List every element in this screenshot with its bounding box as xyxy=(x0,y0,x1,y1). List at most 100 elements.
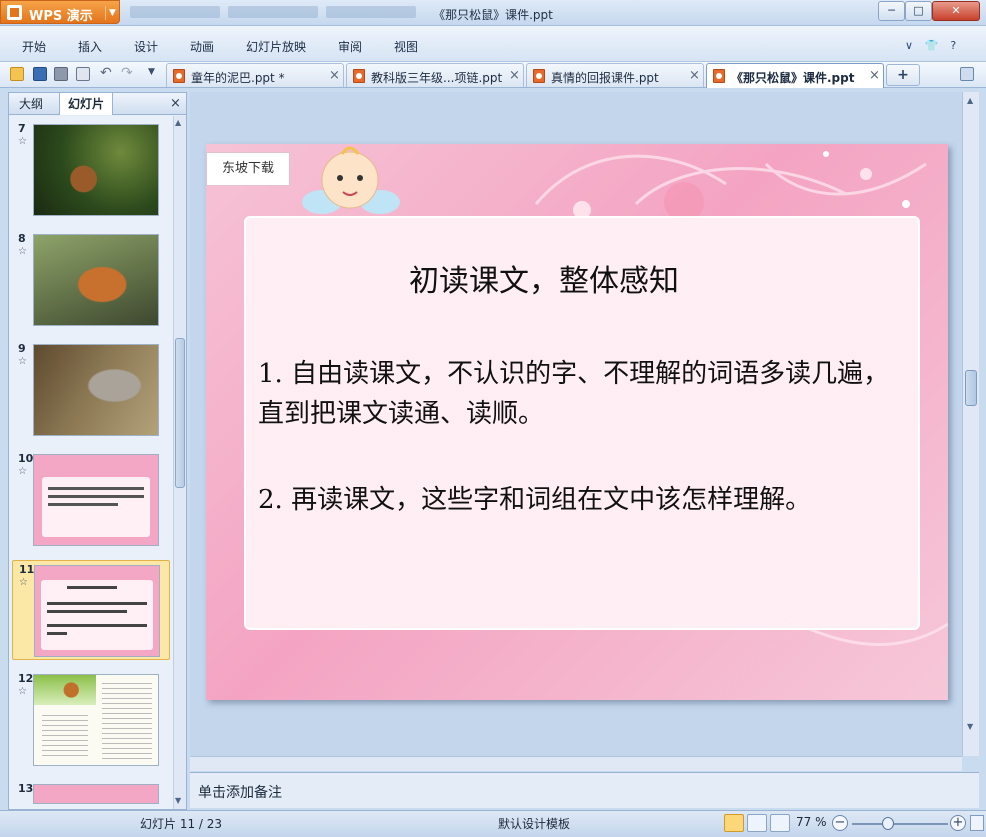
doc-tab-2[interactable]: 教科版三年级...项链.ppt × xyxy=(346,63,524,87)
scrollbar-thumb[interactable] xyxy=(965,370,977,406)
print-preview-icon[interactable] xyxy=(76,67,90,81)
slides-pane: 大纲 幻灯片 × 7 ☆ 8 ☆ 9 ☆ 10 ☆ 11 ☆ 12 ☆ 13 ▲… xyxy=(8,92,187,810)
menu-animation[interactable]: 动画 xyxy=(190,38,214,55)
slide-thumbnail-13[interactable]: 13 xyxy=(12,780,170,804)
slide-indicator: 幻灯片 11 / 23 xyxy=(140,817,223,831)
slide-number: 11 xyxy=(19,563,35,576)
editor-horizontal-scrollbar[interactable] xyxy=(190,756,962,771)
doc-tab-label: 《那只松鼠》课件.ppt xyxy=(731,71,855,85)
customize-icon[interactable]: ▼ xyxy=(148,67,162,81)
fit-window-icon[interactable] xyxy=(970,815,984,831)
close-button[interactable]: ✕ xyxy=(932,1,980,21)
scroll-up-icon[interactable]: ▲ xyxy=(175,118,181,127)
slide-number: 10 xyxy=(18,452,34,465)
tab-close-icon[interactable]: × xyxy=(509,68,520,83)
tab-slides[interactable]: 幻灯片 xyxy=(59,93,114,115)
scroll-down-icon[interactable]: ▼ xyxy=(967,722,973,731)
menu-bar: 开始 插入 设计 动画 幻灯片放映 审阅 视图 ∨ 👕 ? xyxy=(0,26,986,62)
thumbnail-scrollbar[interactable]: ▲ ▼ xyxy=(173,116,186,809)
slide-number: 13 xyxy=(18,782,34,795)
slide-preview xyxy=(33,784,159,804)
doc-tab-label: 童年的泥巴.ppt * xyxy=(191,71,285,85)
window-title: 《那只松鼠》课件.ppt xyxy=(433,8,553,22)
quick-toolbar: ↶ ↷ ▼ 童年的泥巴.ppt * × 教科版三年级...项链.ppt × 真情… xyxy=(0,62,986,88)
redo-icon[interactable]: ↷ xyxy=(121,66,135,81)
minimize-button[interactable]: ─ xyxy=(878,1,905,21)
tab-list-icon[interactable] xyxy=(960,67,974,81)
slide-thumbnail-11[interactable]: 11 ☆ xyxy=(12,560,170,660)
slide-sorter-icon[interactable] xyxy=(747,814,767,832)
menu-design[interactable]: 设计 xyxy=(134,38,158,55)
slide-preview xyxy=(33,454,159,546)
bullet-1[interactable]: 1. 自由读课文，不认识的字、不理解的词语多读几遍，直到把课文读通、读顺。 xyxy=(258,354,898,434)
angel-baby-icon xyxy=(302,146,400,214)
slide-number: 12 xyxy=(18,672,34,685)
new-tab-button[interactable]: + xyxy=(886,64,920,86)
slide-thumbnail-8[interactable]: 8 ☆ xyxy=(12,230,170,330)
animation-star-icon: ☆ xyxy=(18,356,27,367)
zoom-level: 77 % xyxy=(796,815,827,829)
slide-thumbnail-9[interactable]: 9 ☆ xyxy=(12,340,170,440)
slide-heading[interactable]: 初读课文，整体感知 xyxy=(246,256,922,300)
animation-star-icon: ☆ xyxy=(18,466,27,477)
notes-placeholder[interactable]: 单击添加备注 xyxy=(198,782,282,802)
slide-preview xyxy=(33,674,159,766)
doc-tab-label: 教科版三年级...项链.ppt xyxy=(371,71,503,85)
close-icon[interactable]: × xyxy=(170,96,181,111)
animation-star-icon: ☆ xyxy=(18,686,27,697)
editor-vertical-scrollbar[interactable]: ▲ ▼ xyxy=(962,92,979,756)
slide-preview xyxy=(34,565,160,657)
doc-tab-active[interactable]: 《那只松鼠》课件.ppt × xyxy=(706,63,884,88)
pane-tabs: 大纲 幻灯片 × xyxy=(9,93,186,115)
slide-thumbnail-7[interactable]: 7 ☆ xyxy=(12,120,170,220)
help-icon[interactable]: ? xyxy=(950,39,956,52)
scrollbar-thumb[interactable] xyxy=(175,338,185,488)
normal-view-icon[interactable] xyxy=(724,814,744,832)
menu-review[interactable]: 审阅 xyxy=(338,38,362,55)
doc-tab-1[interactable]: 童年的泥巴.ppt * × xyxy=(166,63,344,87)
design-template-label: 默认设计模板 xyxy=(498,817,571,831)
tab-outline[interactable]: 大纲 xyxy=(11,93,51,115)
slide-number: 9 xyxy=(18,342,26,355)
zoom-out-button[interactable]: − xyxy=(832,815,848,831)
current-slide[interactable]: 东坡下载 初读课文，整体感知 1. 自由读课文，不认识的字、不理解的词语多读几遍… xyxy=(206,144,948,700)
animation-star-icon: ☆ xyxy=(18,136,27,147)
tab-close-icon[interactable]: × xyxy=(689,68,700,83)
squirrel-photo xyxy=(33,234,159,326)
zoom-in-button[interactable]: + xyxy=(950,815,966,831)
print-icon[interactable] xyxy=(54,67,68,81)
slide-thumbnail-10[interactable]: 10 ☆ xyxy=(12,450,170,550)
ppt-file-icon xyxy=(353,69,365,83)
scroll-down-icon[interactable]: ▼ xyxy=(175,796,181,805)
menu-insert[interactable]: 插入 xyxy=(78,38,102,55)
menu-slideshow[interactable]: 幻灯片放映 xyxy=(246,38,306,55)
save-icon[interactable] xyxy=(33,67,47,81)
open-icon[interactable] xyxy=(10,67,24,81)
animation-star-icon: ☆ xyxy=(18,246,27,257)
slide-thumbnail-12[interactable]: 12 ☆ xyxy=(12,670,170,770)
slide-number: 8 xyxy=(18,232,26,245)
title-bar: WPS 演示 ▼ 《那只松鼠》课件.ppt ─ □ ✕ xyxy=(0,0,986,26)
tab-close-icon[interactable]: × xyxy=(869,68,880,83)
scroll-up-icon[interactable]: ▲ xyxy=(967,96,973,105)
ppt-file-icon xyxy=(533,69,545,83)
notes-pane[interactable]: 单击添加备注 xyxy=(190,772,979,808)
maximize-button[interactable]: □ xyxy=(905,1,932,21)
tab-close-icon[interactable]: × xyxy=(329,68,340,83)
menu-home[interactable]: 开始 xyxy=(22,38,46,55)
bullet-2[interactable]: 2. 再读课文，这些字和词组在文中该怎样理解。 xyxy=(258,480,898,520)
doc-tab-3[interactable]: 真情的回报课件.ppt × xyxy=(526,63,704,87)
slide-content-box[interactable]: 初读课文，整体感知 1. 自由读课文，不认识的字、不理解的词语多读几遍，直到把课… xyxy=(244,216,920,630)
undo-icon[interactable]: ↶ xyxy=(100,66,114,81)
zoom-slider-knob[interactable] xyxy=(882,817,894,830)
menu-right-controls: ∨ 👕 ? xyxy=(905,38,964,52)
ppt-file-icon xyxy=(713,69,725,83)
slide-editor: 东坡下载 初读课文，整体感知 1. 自由读课文，不认识的字、不理解的词语多读几遍… xyxy=(190,92,962,756)
shirt-icon[interactable]: 👕 xyxy=(925,39,939,52)
menu-view[interactable]: 视图 xyxy=(394,38,418,55)
chevron-down-icon[interactable]: ∨ xyxy=(905,39,913,52)
slide-number: 7 xyxy=(18,122,26,135)
slideshow-icon[interactable] xyxy=(770,814,790,832)
zoom-slider-track[interactable] xyxy=(852,823,948,825)
ppt-file-icon xyxy=(173,69,185,83)
